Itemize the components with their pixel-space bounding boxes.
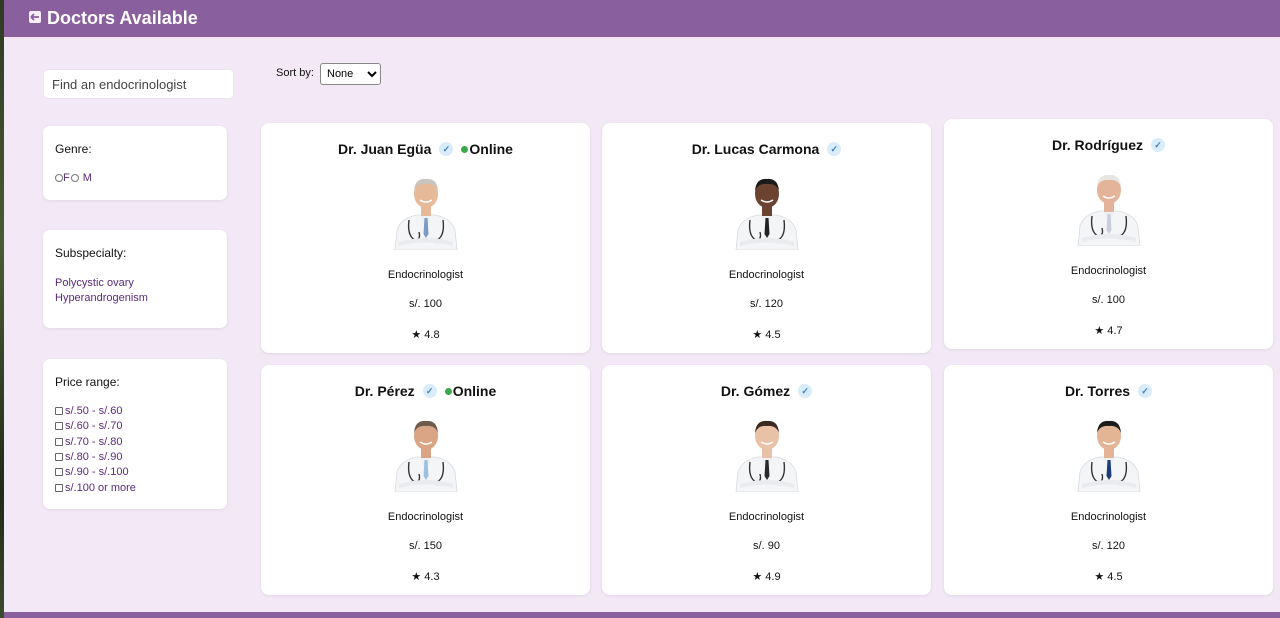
- price-range-label: s/.90 - s/.100: [65, 466, 129, 478]
- price-range-option[interactable]: s/.60 - s/.70: [55, 420, 122, 432]
- price-range-label: s/.80 - s/.90: [65, 451, 123, 463]
- doctor-rating: ★ 4.7: [1094, 325, 1123, 337]
- online-dot-icon: [461, 145, 469, 153]
- doctor-card-header: Dr. Pérez ✓ Online: [261, 382, 590, 400]
- price-checkbox[interactable]: [55, 407, 63, 415]
- doctor-name[interactable]: Dr. Gómez: [721, 383, 790, 399]
- genre-filter-panel: Genre: F M: [43, 126, 227, 200]
- doctor-price: s/. 100: [408, 298, 443, 310]
- doctor-specialty: Endocrinologist: [1070, 511, 1147, 523]
- verified-check-icon: ✓: [422, 384, 437, 398]
- price-range-option[interactable]: s/.80 - s/.90: [55, 451, 122, 463]
- doctor-photo: [391, 414, 461, 493]
- price-filter-title: Price range:: [55, 375, 120, 389]
- verified-check-icon: ✓: [798, 384, 813, 398]
- doctor-photo: [391, 172, 461, 251]
- price-range-option[interactable]: s/.70 - s/.80: [55, 436, 122, 448]
- doctor-name[interactable]: Dr. Torres: [1065, 383, 1130, 399]
- genre-radio-m[interactable]: [70, 174, 79, 182]
- price-filter-panel: Price range: s/.50 - s/.60 s/.60 - s/.70…: [43, 359, 227, 509]
- price-range-label: s/.70 - s/.80: [65, 436, 123, 448]
- doctor-photo: [1074, 414, 1144, 493]
- price-checkbox[interactable]: [55, 422, 63, 430]
- doctor-photo: [732, 414, 802, 493]
- page-footer: [4, 612, 1280, 618]
- doctor-card[interactable]: Dr. Torres ✓ Endocrinologist s/. 120 ★ 4.5: [944, 365, 1273, 595]
- back-arrow-icon[interactable]: [29, 11, 41, 23]
- doctor-specialty: Endocrinologist: [387, 511, 464, 523]
- price-range-label: s/.100 or more: [65, 482, 136, 494]
- doctor-rating: ★ 4.8: [411, 329, 440, 341]
- search-input[interactable]: [43, 69, 234, 99]
- price-range-option[interactable]: s/.100 or more: [55, 482, 136, 494]
- online-status: Online: [444, 383, 497, 399]
- verified-check-icon: ✓: [1138, 384, 1153, 398]
- price-checkbox[interactable]: [55, 484, 63, 492]
- doctor-rating: ★ 4.5: [1094, 571, 1123, 583]
- doctor-card[interactable]: Dr. Rodríguez ✓ Endocrinologist s/. 100 ★ 4.…: [944, 119, 1273, 349]
- verified-check-icon: ✓: [1151, 138, 1165, 152]
- genre-label-m: M: [82, 172, 92, 184]
- online-label: Online: [452, 383, 497, 399]
- doctor-rating: ★ 4.3: [411, 571, 440, 583]
- doctor-price: s/. 100: [1091, 294, 1126, 306]
- price-checkbox[interactable]: [55, 453, 63, 461]
- subspecialty-item[interactable]: Hyperandrogenism: [55, 292, 148, 304]
- doctor-specialty: Endocrinologist: [1070, 265, 1147, 277]
- app-window: Doctors Available Sort by: None Genre: F…: [4, 0, 1280, 618]
- doctor-card-header: Dr. Juan Egüa ✓ Online: [261, 140, 590, 158]
- genre-label-f: F: [63, 172, 70, 184]
- price-range-option[interactable]: s/.50 - s/.60: [55, 405, 122, 417]
- price-range-label: s/.60 - s/.70: [65, 420, 123, 432]
- doctor-name[interactable]: Dr. Juan Egüa: [338, 141, 431, 157]
- verified-check-icon: ✓: [439, 142, 454, 156]
- online-status: Online: [461, 141, 513, 157]
- page-header: Doctors Available: [4, 0, 1280, 37]
- subspecialty-filter-title: Subspecialty:: [55, 246, 127, 260]
- verified-check-icon: ✓: [827, 142, 842, 156]
- page-title: Doctors Available: [47, 8, 198, 28]
- doctor-photo: [1074, 168, 1144, 247]
- doctor-price: s/. 120: [1091, 540, 1126, 552]
- doctor-card-header: Dr. Rodríguez ✓: [944, 136, 1273, 154]
- doctor-photo: [732, 172, 802, 251]
- doctor-card[interactable]: Dr. Lucas Carmona ✓ Endocrinologist s/. 120…: [602, 123, 931, 353]
- doctor-specialty: Endocrinologist: [728, 511, 805, 523]
- online-dot-icon: [444, 387, 452, 395]
- doctor-card-header: Dr. Gómez ✓: [602, 382, 931, 400]
- doctor-card[interactable]: Dr. Gómez ✓ Endocrinologist s/. 90 ★ 4.9: [602, 365, 931, 595]
- subspecialty-filter-panel: Subspecialty: Polycystic ovary Hyperandr…: [43, 230, 227, 328]
- doctor-rating: ★ 4.5: [752, 329, 781, 341]
- genre-filter-title: Genre:: [55, 142, 92, 156]
- doctor-price: s/. 120: [749, 298, 784, 310]
- doctor-price: s/. 90: [753, 540, 780, 552]
- doctor-price: s/. 150: [408, 540, 443, 552]
- sort-label: Sort by:: [276, 67, 314, 79]
- price-range-option[interactable]: s/.90 - s/.100: [55, 466, 129, 478]
- subspecialty-item[interactable]: Polycystic ovary: [55, 277, 134, 289]
- doctor-name[interactable]: Dr. Lucas Carmona: [692, 141, 820, 157]
- online-label: Online: [469, 141, 513, 157]
- genre-radio-f[interactable]: [55, 174, 63, 182]
- doctor-rating: ★ 4.9: [752, 571, 781, 583]
- doctor-card[interactable]: Dr. Pérez ✓ Online Endocrinologist s/. 150 ★ …: [261, 365, 590, 595]
- doctor-card-header: Dr. Torres ✓: [944, 382, 1273, 400]
- doctor-card[interactable]: Dr. Juan Egüa ✓ Online Endocrinologist s/. 1…: [261, 123, 590, 353]
- doctor-specialty: Endocrinologist: [728, 269, 805, 281]
- doctor-name[interactable]: Dr. Rodríguez: [1052, 137, 1143, 153]
- genre-options: F M: [55, 172, 92, 184]
- price-checkbox[interactable]: [55, 468, 63, 476]
- doctor-card-header: Dr. Lucas Carmona ✓: [602, 140, 931, 158]
- doctor-specialty: Endocrinologist: [387, 269, 464, 281]
- price-range-label: s/.50 - s/.60: [65, 405, 123, 417]
- sort-select[interactable]: None: [320, 63, 381, 85]
- doctor-name[interactable]: Dr. Pérez: [355, 383, 415, 399]
- price-checkbox[interactable]: [55, 438, 63, 446]
